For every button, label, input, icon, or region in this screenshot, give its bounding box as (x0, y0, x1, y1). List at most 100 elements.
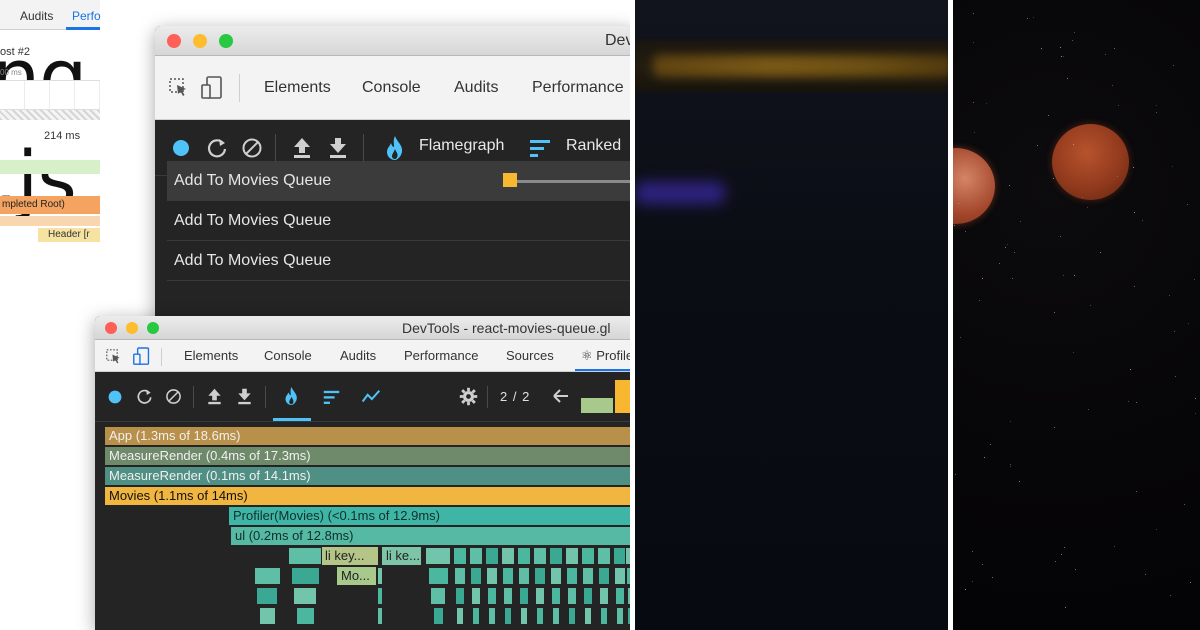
flame-block[interactable] (501, 547, 515, 565)
back-close-button[interactable] (167, 34, 181, 48)
flame-bar-measurerender-2[interactable]: MeasureRender (0.1ms of 14.1ms) (105, 467, 632, 485)
reload-icon-small[interactable] (136, 388, 153, 405)
flame-block[interactable] (565, 547, 579, 565)
flame-block[interactable] (377, 587, 383, 605)
flame-block[interactable] (536, 607, 544, 625)
flame-block[interactable] (293, 587, 317, 605)
flame-bar-app[interactable]: App (1.3ms of 18.6ms) (105, 427, 632, 445)
flame-block[interactable] (517, 547, 531, 565)
flame-block[interactable] (582, 567, 594, 585)
flame-block[interactable] (600, 607, 608, 625)
flame-block[interactable] (520, 607, 528, 625)
tab-performance-small[interactable]: Performance (404, 340, 478, 371)
flame-block[interactable] (455, 587, 465, 605)
commit-row-1[interactable]: Add To Movies Queue (167, 161, 632, 201)
back-minimize-button[interactable] (193, 34, 207, 48)
ranked-label[interactable]: Ranked (566, 137, 621, 155)
flame-block[interactable] (550, 567, 562, 585)
flame-block[interactable] (584, 607, 592, 625)
flame-bar-li-ke[interactable]: li ke... (382, 547, 422, 565)
side-tab-audits[interactable]: Audits (20, 9, 53, 23)
clear-icon-small[interactable] (165, 388, 182, 405)
flame-block[interactable] (488, 607, 496, 625)
download-icon-small[interactable] (236, 387, 253, 406)
flame-block[interactable] (583, 587, 593, 605)
flame-icon-small[interactable] (284, 386, 299, 406)
flame-block[interactable] (453, 547, 467, 565)
clear-icon[interactable] (241, 137, 263, 159)
flame-block[interactable] (597, 547, 611, 565)
flame-block[interactable] (258, 607, 276, 625)
tab-audits[interactable]: Audits (454, 56, 498, 119)
back-zoom-button[interactable] (219, 34, 233, 48)
reload-icon[interactable] (206, 137, 228, 159)
device-toolbar-icon[interactable] (201, 76, 223, 100)
tab-performance[interactable]: Performance (532, 56, 624, 119)
flame-block[interactable] (485, 547, 499, 565)
flame-block[interactable] (290, 567, 320, 585)
download-icon[interactable] (327, 136, 349, 160)
flame-bar-ul[interactable]: ul (0.2ms of 12.8ms) (231, 527, 632, 545)
tab-elements[interactable]: Elements (264, 56, 331, 119)
flame-icon[interactable] (385, 135, 405, 161)
commit-row-2[interactable]: Add To Movies Queue (167, 201, 632, 241)
commit-slider-handle[interactable] (503, 173, 517, 187)
record-icon[interactable] (171, 138, 191, 158)
flame-block[interactable] (256, 587, 278, 605)
flame-block[interactable] (377, 607, 383, 625)
flamegraph-label[interactable]: Flamegraph (419, 137, 504, 155)
tab-console-small[interactable]: Console (264, 340, 312, 371)
flame-block[interactable] (486, 567, 498, 585)
interactions-icon[interactable] (361, 388, 381, 405)
flame-block[interactable] (288, 547, 322, 565)
flame-bar-mo[interactable]: Mo... (337, 567, 377, 585)
flame-block[interactable] (470, 567, 482, 585)
flame-block[interactable] (615, 587, 625, 605)
flame-block[interactable] (454, 567, 466, 585)
flame-block[interactable] (519, 587, 529, 605)
flame-block[interactable] (472, 607, 480, 625)
flame-block[interactable] (456, 607, 464, 625)
flame-block[interactable] (599, 587, 609, 605)
flame-block[interactable] (502, 567, 514, 585)
flame-bar-profiler-movies[interactable]: Profiler(Movies) (<0.1ms of 12.9ms) (229, 507, 632, 525)
flame-block[interactable] (503, 587, 513, 605)
flame-block[interactable] (504, 607, 512, 625)
tab-sources-small[interactable]: Sources (506, 340, 554, 371)
flame-block[interactable] (253, 567, 281, 585)
flame-block[interactable] (377, 567, 383, 585)
flame-block[interactable] (295, 607, 315, 625)
commit-row-3[interactable]: Add To Movies Queue (167, 241, 632, 281)
flame-bar-movies[interactable]: Movies (1.1ms of 14ms) (105, 487, 632, 505)
flame-block[interactable] (432, 607, 444, 625)
inspect-element-icon[interactable] (169, 78, 189, 98)
flame-block[interactable] (518, 567, 530, 585)
record-icon-small[interactable] (107, 389, 123, 405)
gear-icon[interactable] (459, 387, 478, 406)
flame-block[interactable] (430, 587, 446, 605)
flame-block[interactable] (552, 607, 560, 625)
flame-bar-measurerender-1[interactable]: MeasureRender (0.4ms of 17.3ms) (105, 447, 632, 465)
flame-block[interactable] (425, 547, 451, 565)
flame-block[interactable] (598, 567, 610, 585)
flame-block[interactable] (551, 587, 561, 605)
front-zoom-button[interactable] (147, 322, 159, 334)
device-toolbar-icon-small[interactable] (133, 347, 150, 366)
front-minimize-button[interactable] (126, 322, 138, 334)
side-tab-performance[interactable]: Perfo (72, 9, 101, 23)
upload-icon[interactable] (291, 136, 313, 160)
commit-bar-1[interactable] (581, 398, 613, 413)
flame-block[interactable] (534, 567, 546, 585)
flame-block[interactable] (568, 607, 576, 625)
flame-bar-li-key[interactable]: li key... (321, 547, 379, 565)
flame-block[interactable] (469, 547, 483, 565)
front-close-button[interactable] (105, 322, 117, 334)
flame-block[interactable] (567, 587, 577, 605)
flame-block[interactable] (427, 567, 449, 585)
upload-icon-small[interactable] (206, 387, 223, 406)
flame-block[interactable] (581, 547, 595, 565)
tab-console[interactable]: Console (362, 56, 421, 119)
tab-elements-small[interactable]: Elements (184, 340, 238, 371)
ranked-icon-small[interactable] (323, 389, 340, 405)
flame-block[interactable] (535, 587, 545, 605)
